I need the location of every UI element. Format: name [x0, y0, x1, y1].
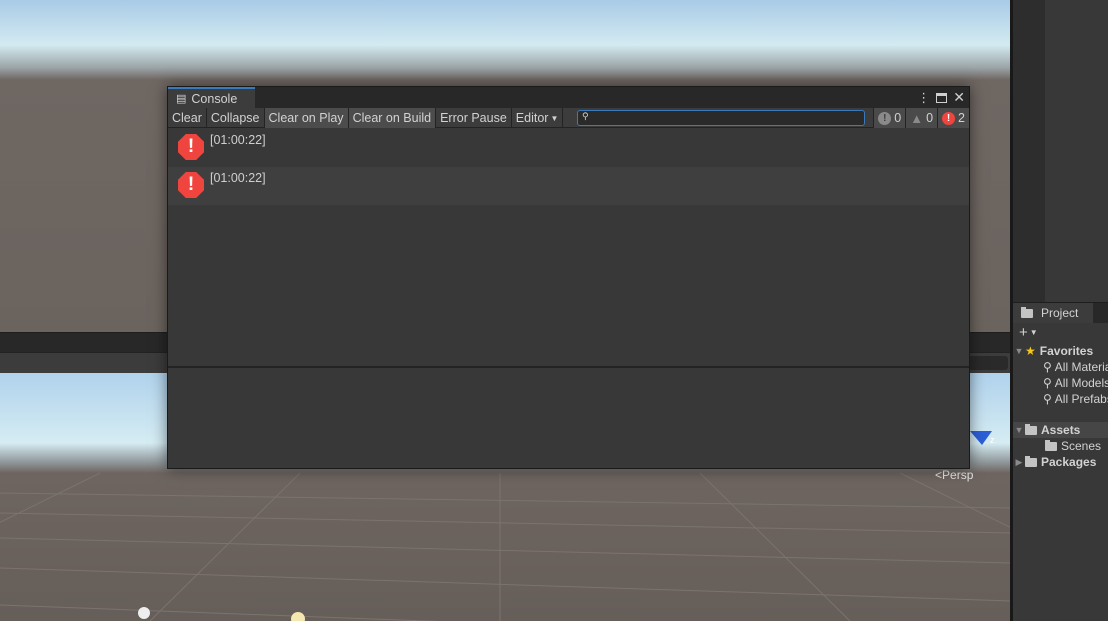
tree-item-assets[interactable]: ▼ Assets — [1013, 422, 1108, 438]
error-pause-toggle[interactable]: Error Pause — [436, 108, 512, 128]
star-icon: ★ — [1025, 344, 1036, 358]
console-toolbar: Clear Collapse Clear on Play Clear on Bu… — [168, 108, 969, 128]
folder-icon — [1025, 455, 1037, 467]
console-list-icon: ▤ — [176, 93, 187, 105]
folder-icon — [1021, 306, 1033, 318]
search-icon: ⚲ — [1043, 392, 1052, 406]
svg-text:z: z — [990, 435, 995, 445]
console-window: ▤ Console ⋮ ✕ Clear Collapse Clear on Pl… — [167, 86, 970, 469]
warning-icon: ▲ — [910, 110, 924, 126]
persp-label[interactable]: <Persp — [935, 468, 973, 482]
tree-item-all-models[interactable]: ⚲ All Models — [1013, 375, 1108, 391]
search-icon: ⚲ — [1043, 376, 1052, 390]
log-entry[interactable]: ! [01:00:22] — [168, 129, 969, 167]
light-gizmo-icon — [291, 612, 305, 621]
tab-project[interactable]: Project — [1013, 303, 1093, 323]
chevron-down-icon: ▼ — [550, 113, 559, 123]
info-icon: ! — [878, 111, 892, 125]
error-icon: ! — [178, 134, 204, 160]
clear-button[interactable]: Clear — [168, 108, 207, 128]
error-icon: ! — [178, 172, 204, 198]
error-count-toggle[interactable]: ! 2 — [937, 108, 969, 128]
inspector-panel — [1045, 0, 1108, 302]
gizmo-z-axis — [970, 431, 992, 445]
scene-search-input[interactable] — [968, 356, 1008, 370]
close-icon[interactable]: ✕ — [953, 89, 965, 106]
info-count-toggle[interactable]: ! 0 — [873, 108, 906, 128]
console-tab-bar: ▤ Console ⋮ ✕ — [168, 87, 969, 108]
add-button[interactable]: + ▼ — [1013, 324, 1108, 340]
clear-on-build-toggle[interactable]: Clear on Build — [348, 108, 437, 128]
hierarchy-panel — [1013, 0, 1045, 302]
camera-gizmo-icon — [138, 607, 150, 619]
maximize-icon[interactable] — [936, 92, 948, 103]
tree-item-scenes[interactable]: Scenes — [1013, 438, 1108, 454]
log-entry[interactable]: ! [01:00:22] — [168, 167, 969, 205]
tree-item-packages[interactable]: ▶ Packages — [1013, 454, 1108, 470]
search-input[interactable]: ⚲ — [577, 110, 865, 126]
search-icon: ⚲ — [582, 111, 589, 121]
tree-item-all-materials[interactable]: ⚲All Materials — [1013, 359, 1108, 375]
editor-dropdown[interactable]: Editor ▼ — [512, 108, 564, 128]
project-panel: Project +▼ ▼★Favorites ⚲All Materials ⚲A… — [1013, 302, 1108, 621]
tab-console[interactable]: ▤ Console — [168, 87, 255, 108]
search-icon: ⚲ — [1043, 360, 1052, 374]
folder-icon — [1045, 439, 1057, 451]
folder-open-icon — [1025, 423, 1037, 435]
collapse-button[interactable]: Collapse — [207, 108, 265, 128]
clear-on-play-toggle[interactable]: Clear on Play — [264, 108, 349, 128]
more-options-icon[interactable]: ⋮ — [917, 90, 930, 106]
log-detail-pane — [168, 368, 969, 468]
tree-item-favorites[interactable]: ▼ ★ Favorites — [1013, 343, 1108, 359]
error-icon: ! — [942, 111, 956, 125]
tree-item-all-prefabs[interactable]: ⚲ All Prefabs — [1013, 391, 1108, 407]
warning-count-toggle[interactable]: ▲ 0 — [905, 108, 938, 128]
